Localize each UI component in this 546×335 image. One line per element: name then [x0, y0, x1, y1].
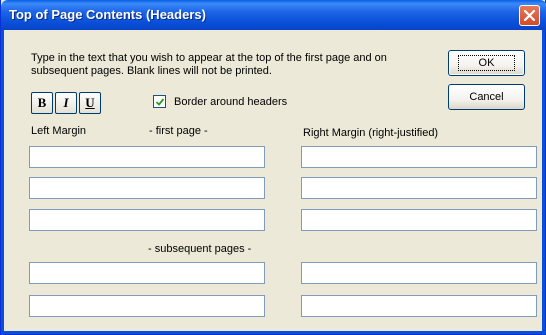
window-frame-right	[542, 30, 545, 335]
subsequent-right-line-1[interactable]	[301, 262, 537, 284]
close-button[interactable]	[519, 5, 540, 26]
cancel-button-label: Cancel	[469, 91, 504, 103]
title-bar[interactable]: Top of Page Contents (Headers)	[1, 0, 546, 30]
border-checkbox-label: Border around headers	[174, 95, 288, 108]
cancel-button[interactable]: Cancel	[448, 84, 525, 110]
border-checkbox[interactable]: Border around headers	[153, 95, 287, 108]
window-frame-bottom	[1, 331, 546, 334]
first-page-right-line-1[interactable]	[301, 146, 537, 168]
instructions-text: Type in the text that you wish to appear…	[31, 52, 387, 77]
right-margin-label: Right Margin (right-justified)	[303, 127, 439, 139]
left-margin-label: Left Margin	[31, 125, 87, 137]
ok-button[interactable]: OK	[448, 50, 525, 76]
border-checkbox-box[interactable]	[153, 95, 166, 108]
subsequent-right-line-2[interactable]	[301, 295, 537, 317]
subsequent-left-line-1[interactable]	[29, 262, 265, 284]
check-icon	[155, 98, 165, 106]
first-page-right-line-2[interactable]	[301, 177, 537, 199]
first-page-label: - first page -	[149, 125, 208, 137]
first-page-left-line-1[interactable]	[29, 146, 265, 168]
first-page-left-line-2[interactable]	[29, 177, 265, 199]
italic-button[interactable]: I	[55, 92, 77, 114]
window-title: Top of Page Contents (Headers)	[9, 7, 206, 22]
header-dialog: Top of Page Contents (Headers) Type in t…	[0, 0, 546, 335]
close-icon	[524, 10, 535, 21]
window-frame-left	[1, 30, 4, 335]
ok-button-label: OK	[457, 55, 516, 71]
underline-button[interactable]: U	[79, 92, 101, 114]
subsequent-left-line-2[interactable]	[29, 295, 265, 317]
first-page-left-line-3[interactable]	[29, 209, 265, 231]
subsequent-pages-label: - subsequent pages -	[148, 243, 252, 255]
bold-button[interactable]: B	[31, 92, 53, 114]
first-page-right-line-3[interactable]	[301, 209, 537, 231]
